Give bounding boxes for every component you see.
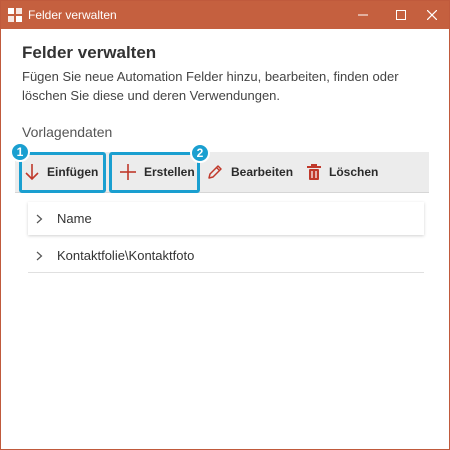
window-title: Felder verwalten [28, 8, 117, 22]
app-icon [8, 8, 22, 22]
callout-highlight-create [109, 152, 200, 193]
page-description: Fügen Sie neue Automation Felder hinzu, … [22, 69, 399, 103]
close-icon [427, 10, 437, 20]
edit-button[interactable]: Bearbeiten [206, 152, 293, 192]
tree-item-name[interactable]: Name [28, 202, 424, 235]
dialog-window: Felder verwalten Felder verwalten Fügen … [0, 0, 450, 450]
tree-item-label: Kontaktfolie\Kontaktfoto [57, 248, 195, 263]
edit-label: Bearbeiten [231, 165, 294, 179]
callout-badge-1: 1 [10, 142, 30, 162]
maximize-icon [396, 10, 406, 20]
minimize-icon [358, 14, 368, 16]
callout-badge-2: 2 [190, 143, 210, 163]
trash-icon [307, 164, 321, 180]
tree-item-contact-photo[interactable]: Kontaktfolie\Kontaktfoto [28, 239, 424, 273]
title-bar: Felder verwalten [1, 1, 449, 29]
section-label: Vorlagendaten [22, 124, 113, 140]
chevron-right-icon [36, 251, 43, 260]
close-button[interactable] [415, 1, 449, 29]
tree-item-label: Name [57, 211, 92, 226]
chevron-right-icon [36, 214, 43, 223]
minimize-button[interactable] [346, 1, 380, 29]
page-title: Felder verwalten [22, 43, 157, 62]
maximize-button[interactable] [384, 1, 418, 29]
pencil-icon [208, 165, 222, 179]
delete-label: Löschen [329, 165, 379, 179]
delete-button[interactable]: Löschen [306, 152, 378, 192]
callout-highlight-insert [19, 152, 106, 193]
